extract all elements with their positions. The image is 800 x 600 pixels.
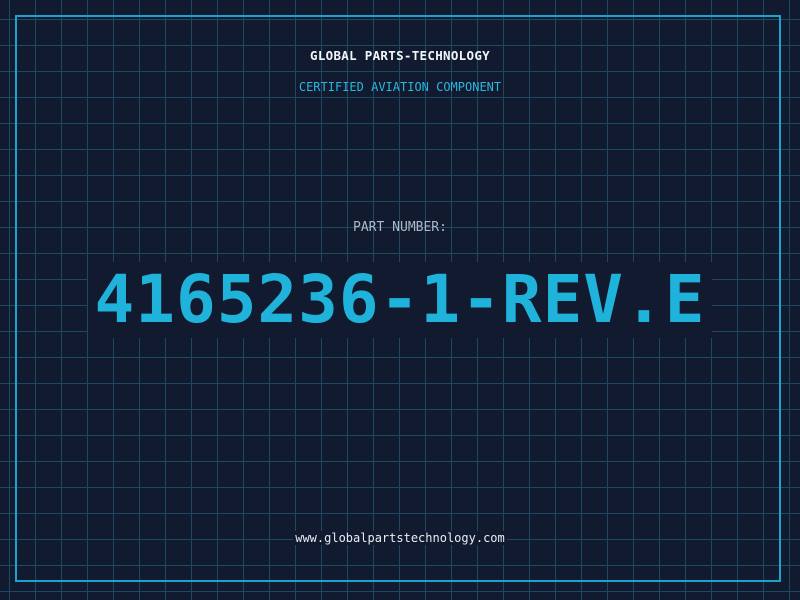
part-number-value: 4165236-1-REV.E [88, 262, 712, 338]
part-number-container: 4165236-1-REV.E [0, 262, 800, 338]
website-url: www.globalpartstechnology.com [293, 531, 507, 545]
part-number-label: PART NUMBER: [353, 220, 447, 235]
part-label-card: GLOBAL PARTS-TECHNOLOGY CERTIFIED AVIATI… [0, 0, 800, 600]
company-name: GLOBAL PARTS-TECHNOLOGY [310, 48, 490, 63]
website-footer: www.globalpartstechnology.com [0, 531, 800, 545]
certification-subtitle: CERTIFIED AVIATION COMPONENT [298, 80, 502, 94]
